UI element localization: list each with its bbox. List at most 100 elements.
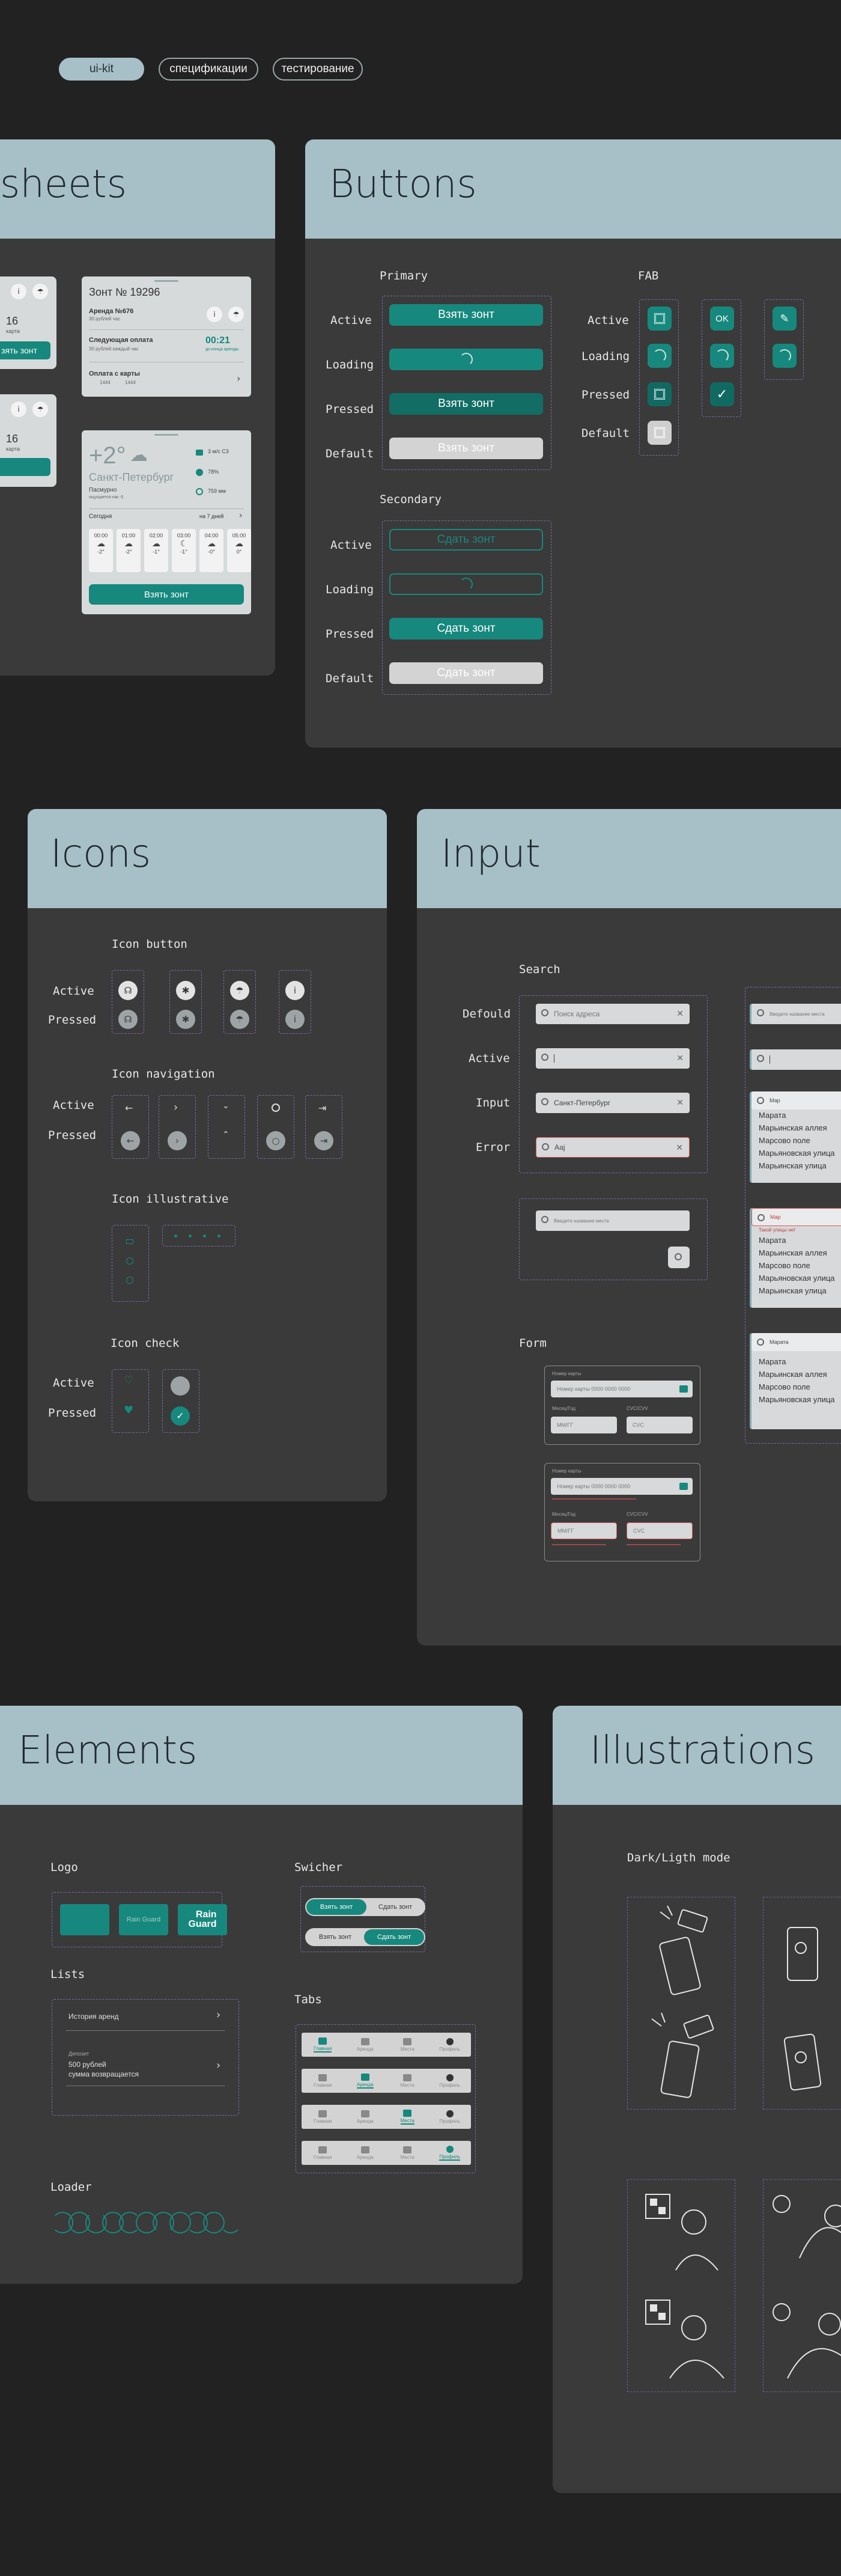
secondary-active-button[interactable]: Сдать зонт bbox=[389, 529, 543, 551]
chevron-up-icon[interactable]: ⌃ bbox=[222, 1130, 229, 1140]
chevron-right-icon[interactable]: › bbox=[216, 2059, 220, 2072]
fab-ok-loading[interactable] bbox=[710, 344, 734, 368]
tab-rent[interactable]: Аренда bbox=[344, 2105, 387, 2129]
info-icon[interactable]: i bbox=[11, 284, 26, 299]
umbrella-icon[interactable]: ☂ bbox=[32, 284, 48, 299]
suggest-list-error-input[interactable]: Мар bbox=[751, 1208, 841, 1226]
search-fab[interactable] bbox=[668, 1247, 690, 1268]
partial-take-button[interactable]: зять зонт bbox=[0, 341, 50, 359]
fab-ok-active[interactable]: OK bbox=[710, 307, 734, 331]
tab-home[interactable]: Главная bbox=[302, 2141, 344, 2165]
fab-qr-default[interactable] bbox=[648, 421, 672, 445]
tab-testing[interactable]: тестирование bbox=[273, 58, 363, 81]
list-item[interactable]: Марата bbox=[751, 1356, 841, 1369]
close-icon[interactable]: ✕ bbox=[676, 1097, 684, 1108]
chevron-right-icon[interactable]: › bbox=[168, 1131, 187, 1150]
fab-qr-loading[interactable] bbox=[648, 344, 672, 368]
info-icon[interactable]: i bbox=[285, 981, 305, 1000]
search-input-default[interactable]: Поиск адреса ✕ bbox=[536, 1004, 690, 1024]
list-item[interactable]: Марьинская улица bbox=[751, 1285, 841, 1298]
chevron-right-icon[interactable]: › bbox=[239, 511, 243, 520]
tab-places[interactable]: Места bbox=[386, 2141, 429, 2165]
tab-rent[interactable]: Аренда bbox=[344, 2069, 387, 2093]
logout-icon[interactable]: ⇥ bbox=[314, 1131, 333, 1150]
tab-home[interactable]: Главная bbox=[302, 2033, 344, 2057]
fab-ok-pressed[interactable]: ✓ bbox=[710, 382, 734, 406]
tab-places[interactable]: Места bbox=[386, 2105, 429, 2129]
radio-empty-icon[interactable] bbox=[171, 1376, 190, 1396]
tab-profile[interactable]: Профиль bbox=[429, 2069, 472, 2093]
tab-home[interactable]: Главная bbox=[302, 2069, 344, 2093]
primary-active-button[interactable]: Взять зонт bbox=[389, 304, 543, 326]
arrow-left-icon[interactable]: ← bbox=[121, 1131, 140, 1150]
search-input-error[interactable]: Ааj ✕ bbox=[536, 1137, 690, 1158]
logout-icon[interactable]: ⇥ bbox=[318, 1102, 326, 1114]
map-search-input[interactable]: Введите название места bbox=[536, 1210, 690, 1231]
umbrella-icon[interactable]: ☂ bbox=[32, 401, 48, 417]
card-number-input[interactable]: Номер карты 0000 0000 0000 bbox=[551, 1381, 693, 1397]
list-item[interactable]: Марсово поле bbox=[751, 1260, 841, 1272]
list-item[interactable]: Марьяновская улица bbox=[751, 1272, 841, 1285]
tab-places[interactable]: Места bbox=[386, 2069, 429, 2093]
secondary-default-button[interactable]: Сдать зонт bbox=[389, 662, 543, 684]
term-input[interactable]: ММ/ГГ bbox=[551, 1522, 617, 1539]
close-icon[interactable]: ✕ bbox=[676, 1053, 684, 1063]
tab-rent[interactable]: Аренда bbox=[344, 2033, 387, 2057]
weather-take-button[interactable]: Взять зонт bbox=[89, 584, 244, 605]
fab-qr-active[interactable] bbox=[648, 307, 672, 331]
cvc-input[interactable]: CVC bbox=[627, 1522, 693, 1539]
list-item[interactable]: Марьяновская улица bbox=[751, 1394, 841, 1406]
primary-loading-button[interactable] bbox=[389, 349, 543, 370]
list-item[interactable]: Марьинская аллея bbox=[751, 1247, 841, 1260]
list-item[interactable]: Марьинская аллея bbox=[751, 1122, 841, 1135]
umbrella-icon[interactable]: ☂ bbox=[228, 307, 244, 322]
search-input-filled[interactable]: Санкт-Петербург ✕ bbox=[536, 1093, 690, 1113]
switcher-take[interactable]: Взять зонт Сдать зонт bbox=[305, 1898, 425, 1916]
tab-home[interactable]: Главная bbox=[302, 2105, 344, 2129]
headset-icon[interactable]: ☊ bbox=[118, 1010, 138, 1029]
tab-profile[interactable]: Профиль bbox=[429, 2105, 472, 2129]
switch-give-on[interactable]: Сдать зонт bbox=[364, 1929, 424, 1945]
search-icon[interactable]: ○ bbox=[266, 1131, 285, 1150]
info-icon[interactable]: i bbox=[11, 401, 26, 417]
tab-rent[interactable]: Аренда bbox=[344, 2141, 387, 2165]
list-item[interactable]: Марьинская аллея bbox=[751, 1369, 841, 1381]
suggest-list-3-input[interactable]: Марата bbox=[751, 1333, 841, 1351]
week-link[interactable]: на 7 дней bbox=[199, 513, 223, 519]
list-item[interactable]: Марсово поле bbox=[751, 1135, 841, 1147]
primary-default-button[interactable]: Взять зонт bbox=[389, 438, 543, 459]
chevron-right-icon[interactable]: › bbox=[237, 373, 240, 384]
list-item[interactable]: Марсово поле bbox=[751, 1381, 841, 1394]
heart-filled-icon[interactable]: ♥ bbox=[124, 1404, 133, 1417]
radio-checked-icon[interactable]: ✓ bbox=[171, 1406, 190, 1426]
close-icon[interactable]: ✕ bbox=[676, 1143, 683, 1153]
chevron-right-icon[interactable]: › bbox=[216, 2009, 220, 2021]
tab-ui-kit[interactable]: ui-kit bbox=[59, 58, 144, 81]
info-icon[interactable]: i bbox=[285, 1010, 305, 1029]
suggest-input-active[interactable] bbox=[750, 1049, 841, 1070]
suggest-list-1-input[interactable]: Мар bbox=[751, 1091, 841, 1109]
fab-edit-loading[interactable] bbox=[773, 344, 797, 368]
card-number-input[interactable]: Номер карты 0000 0000 0000 bbox=[551, 1478, 693, 1495]
list-item[interactable]: Марьинская улица bbox=[751, 1160, 841, 1173]
tab-profile[interactable]: Профиль bbox=[429, 2033, 472, 2057]
umbrella-icon[interactable]: ☂ bbox=[230, 981, 249, 1000]
settings-icon[interactable]: ✱ bbox=[176, 1010, 195, 1029]
secondary-loading-button[interactable] bbox=[389, 573, 543, 595]
headset-icon[interactable]: ☊ bbox=[118, 981, 138, 1000]
info-icon[interactable]: i bbox=[207, 307, 222, 322]
umbrella-icon[interactable]: ☂ bbox=[230, 1010, 249, 1029]
chevron-right-icon[interactable]: › bbox=[174, 1101, 178, 1114]
tab-specifications[interactable]: спецификации bbox=[159, 58, 258, 81]
secondary-pressed-button[interactable]: Сдать зонт bbox=[389, 618, 543, 639]
list-item[interactable]: Марата bbox=[751, 1235, 841, 1247]
partial-button-strip[interactable] bbox=[0, 458, 50, 476]
fab-qr-pressed[interactable] bbox=[648, 382, 672, 406]
suggest-input-default[interactable]: Введите название места bbox=[750, 1004, 841, 1024]
switch-give-off[interactable]: Сдать зонт bbox=[366, 1899, 424, 1915]
fab-edit-active[interactable]: ✎ bbox=[773, 307, 797, 331]
tab-places[interactable]: Места bbox=[386, 2033, 429, 2057]
search-icon[interactable] bbox=[272, 1103, 280, 1112]
tab-profile[interactable]: Профиль bbox=[429, 2141, 472, 2165]
close-icon[interactable]: ✕ bbox=[676, 1009, 684, 1019]
